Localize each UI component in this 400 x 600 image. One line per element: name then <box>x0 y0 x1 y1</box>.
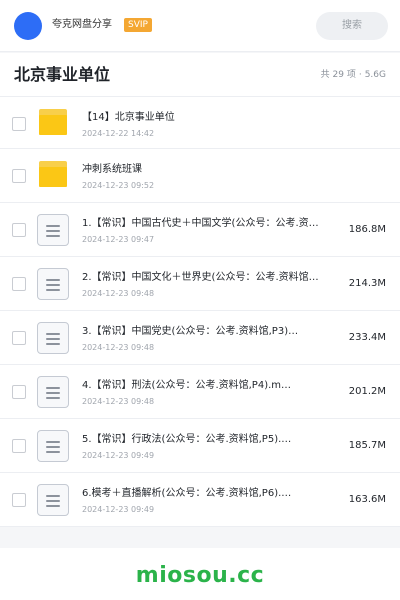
document-icon <box>36 267 70 301</box>
select-checkbox[interactable] <box>12 385 26 399</box>
list-item[interactable]: 3.【常识】中国党史(公众号：公考.资料馆,P3)… 2024-12-23 09… <box>0 311 400 365</box>
item-name: 4.【常识】刑法(公众号：公考.资料馆,P4).m… <box>82 380 292 391</box>
select-checkbox[interactable] <box>12 277 26 291</box>
folder-icon <box>36 107 70 141</box>
item-date: 2024-12-23 09:48 <box>82 343 155 352</box>
item-date: 2024-12-23 09:49 <box>82 451 155 460</box>
file-list: 【14】北京事业单位 2024-12-22 14:42 冲刺系统班课 2024-… <box>0 97 400 527</box>
list-item[interactable]: 6.模考＋直播解析(公众号：公考.资料馆,P6).… 2024-12-23 09… <box>0 473 400 527</box>
item-date: 2024-12-23 09:47 <box>82 235 155 244</box>
folder-title-bar: 北京事业单位 共 29 项 · 5.6G <box>0 53 400 97</box>
item-size: 186.8M <box>348 224 386 235</box>
meta-separator: · <box>358 70 362 80</box>
item-name: 3.【常识】中国党史(公众号：公考.资料馆,P3)… <box>82 326 299 337</box>
document-icon <box>36 375 70 409</box>
document-icon <box>36 483 70 517</box>
page-title: 北京事业单位 <box>14 65 111 84</box>
list-item[interactable]: 5.【常识】行政法(公众号：公考.资料馆,P5).… 2024-12-23 09… <box>0 419 400 473</box>
search-button[interactable]: 搜索 <box>316 12 388 40</box>
select-checkbox[interactable] <box>12 169 26 183</box>
watermark: miosou.cc <box>135 563 265 588</box>
list-item[interactable]: 4.【常识】刑法(公众号：公考.资料馆,P4).m… 2024-12-23 09… <box>0 365 400 419</box>
item-size: 163.6M <box>348 494 386 505</box>
item-date: 2024-12-23 09:48 <box>82 289 155 298</box>
select-checkbox[interactable] <box>12 493 26 507</box>
item-name: 2.【常识】中国文化＋世界史(公众号：公考.资料馆… <box>82 272 319 283</box>
item-date: 2024-12-22 14:42 <box>82 129 155 138</box>
document-icon <box>36 213 70 247</box>
item-size: 201.2M <box>348 386 386 397</box>
item-count: 共 29 项 <box>320 70 356 80</box>
svip-badge: SVIP <box>124 18 152 32</box>
select-checkbox[interactable] <box>12 439 26 453</box>
item-name: 【14】北京事业单位 <box>82 112 175 123</box>
item-name: 冲刺系统班课 <box>82 164 142 175</box>
item-name: 6.模考＋直播解析(公众号：公考.资料馆,P6).… <box>82 488 292 499</box>
list-item[interactable]: 【14】北京事业单位 2024-12-22 14:42 <box>0 97 400 149</box>
list-item[interactable]: 1.【常识】中国古代史＋中国文学(公众号：公考.资… 2024-12-23 09… <box>0 203 400 257</box>
top-header: 夸克网盘分享 SVIP 搜索 <box>0 0 400 52</box>
item-date: 2024-12-23 09:49 <box>82 505 155 514</box>
list-item[interactable]: 2.【常识】中国文化＋世界史(公众号：公考.资料馆… 2024-12-23 09… <box>0 257 400 311</box>
item-name: 5.【常识】行政法(公众号：公考.资料馆,P5).… <box>82 434 292 445</box>
item-date: 2024-12-23 09:48 <box>82 397 155 406</box>
item-size: 185.7M <box>348 440 386 451</box>
item-name: 1.【常识】中国古代史＋中国文学(公众号：公考.资… <box>82 218 319 229</box>
item-size: 233.4M <box>348 332 386 343</box>
item-date: 2024-12-23 09:52 <box>82 181 155 190</box>
folder-icon <box>36 159 70 193</box>
document-icon <box>36 429 70 463</box>
select-checkbox[interactable] <box>12 331 26 345</box>
select-checkbox[interactable] <box>12 223 26 237</box>
total-size: 5.6G <box>364 70 386 80</box>
folder-meta: 共 29 项 · 5.6G <box>321 69 386 81</box>
document-icon <box>36 321 70 355</box>
app-title: 夸克网盘分享 <box>52 19 112 30</box>
list-item[interactable]: 冲刺系统班课 2024-12-23 09:52 <box>0 149 400 203</box>
item-size: 214.3M <box>348 278 386 289</box>
select-checkbox[interactable] <box>12 117 26 131</box>
user-avatar[interactable] <box>14 12 42 40</box>
